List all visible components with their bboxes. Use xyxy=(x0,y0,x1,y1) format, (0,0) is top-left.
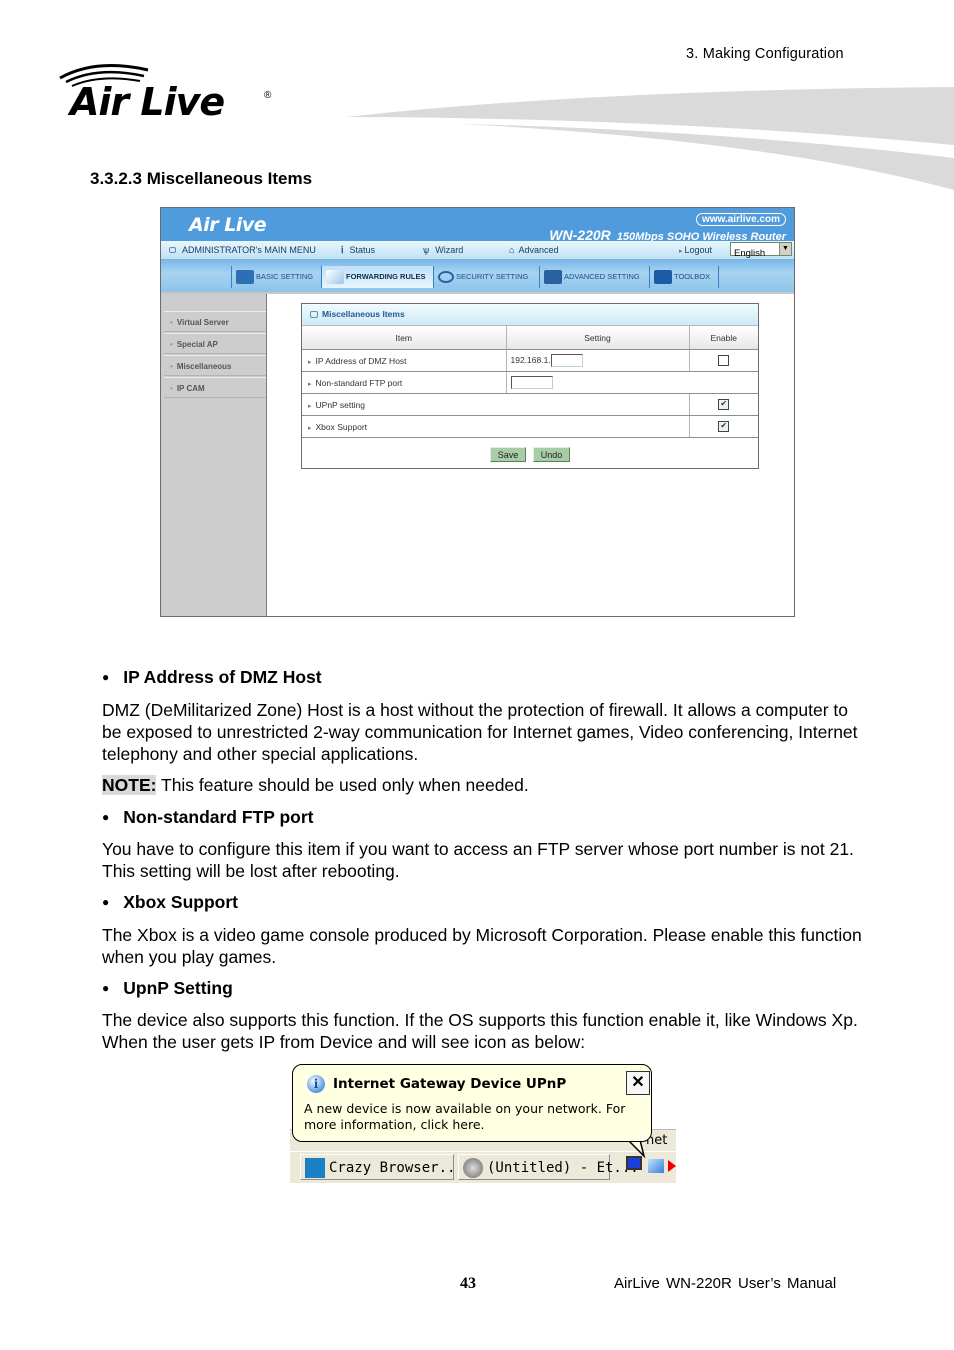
upnp-enable-checkbox[interactable]: ✔ xyxy=(718,399,730,411)
tab-advanced-setting[interactable]: ADVANCED SETTING xyxy=(539,266,649,288)
section-title: 3.3.2.3 Miscellaneous Items xyxy=(90,169,313,188)
star-icon xyxy=(305,1158,325,1178)
row-label-dmz-host: IP Address of DMZ Host xyxy=(302,349,507,372)
sidebar-item-special-ap[interactable]: Special AP xyxy=(164,333,266,354)
menu-advanced[interactable]: ⌂ Advanced xyxy=(509,245,558,255)
forwarding-icon xyxy=(326,270,344,285)
tab-toolbox[interactable]: TOOLBOX xyxy=(649,266,719,288)
table-header-row: Item Setting Enable xyxy=(302,326,758,350)
ftp-port-input[interactable] xyxy=(510,376,553,389)
menu-wizard[interactable]: ѱ Wizard xyxy=(423,245,463,255)
note-label: NOTE: xyxy=(102,775,157,795)
paragraph-ftp-port: You have to configure this item if you w… xyxy=(102,839,854,881)
airlive-logo: Air Live ® xyxy=(56,60,281,128)
undo-button[interactable]: Undo xyxy=(532,447,571,462)
upnp-notification-screenshot: net Crazy Browser... (Untitled) - Et... … xyxy=(290,1062,676,1183)
misc-items-table: Item Setting Enable IP Address of DMZ Ho… xyxy=(302,326,758,438)
row-label-ftp-port: Non-standard FTP port xyxy=(302,371,507,394)
advanced-icon: ⌂ xyxy=(509,245,515,255)
manual-title: AirLive WN-220R User’s Manual xyxy=(614,1275,837,1292)
decorative-swoosh xyxy=(346,87,954,190)
dmz-enable-cell xyxy=(689,349,758,372)
xbox-enable-cell: ✔ xyxy=(689,415,758,438)
paragraph-dmz-host: DMZ (DeMilitarized Zone) Host is a host … xyxy=(102,700,858,764)
sidebar-item-miscellaneous[interactable]: Miscellaneous xyxy=(164,355,266,376)
upnp-enable-cell: ✔ xyxy=(689,393,758,416)
note-paragraph: NOTE: This feature should be used only w… xyxy=(102,774,872,796)
paragraph-xbox-support: The Xbox is a video game console produce… xyxy=(102,925,862,967)
red-arrow-icon xyxy=(668,1160,676,1172)
advanced-setting-icon xyxy=(544,270,562,285)
heading-dmz-host: IP Address of DMZ Host xyxy=(102,667,321,688)
note-text: This feature should be used only when ne… xyxy=(156,775,529,795)
balloon-title: Internet Gateway Device UPnP xyxy=(333,1076,567,1092)
app-icon xyxy=(463,1158,483,1178)
column-header-item: Item xyxy=(302,326,507,350)
menu-status[interactable]: ⅰ Status xyxy=(341,245,375,256)
xbox-enable-checkbox[interactable]: ✔ xyxy=(718,421,730,433)
square-bullet-icon xyxy=(169,247,176,253)
router-banner: Air Live www.airlive.com WN-220R 150Mbps … xyxy=(161,208,794,243)
balloon-message[interactable]: A new device is now available on your ne… xyxy=(304,1101,644,1133)
close-icon[interactable]: ✕ xyxy=(626,1071,650,1095)
info-icon: i xyxy=(307,1075,325,1093)
heading-xbox-support: Xbox Support xyxy=(102,892,238,913)
table-row: Xbox Support ✔ xyxy=(302,415,758,438)
registered-mark: ® xyxy=(264,90,272,101)
tab-basic-setting[interactable]: BASIC SETTING xyxy=(231,266,321,288)
heading-upnp-setting: UpnP Setting xyxy=(102,978,233,999)
dmz-setting-cell: 192.168.1. xyxy=(506,349,690,372)
router-url-link[interactable]: www.airlive.com xyxy=(696,213,786,226)
row-label-xbox: Xbox Support xyxy=(302,415,690,438)
router-logo: Air Live xyxy=(189,214,267,236)
security-icon xyxy=(438,271,454,284)
main-menu-bar: ADMINISTRATOR's MAIN MENU ⅰ Status ѱ Wizar… xyxy=(161,241,794,260)
button-row: Save Undo xyxy=(302,438,758,463)
table-row: Non-standard FTP port xyxy=(302,371,758,394)
notification-balloon[interactable]: i Internet Gateway Device UPnP ✕ A new d… xyxy=(292,1064,652,1142)
sidebar-item-ip-cam[interactable]: IP CAM xyxy=(164,377,266,398)
heading-ftp-port: Non-standard FTP port xyxy=(102,807,313,828)
sidebar: Virtual Server Special AP Miscellaneous … xyxy=(161,294,267,616)
language-select[interactable]: English ▼ xyxy=(730,242,792,259)
page-number: 43 xyxy=(460,1275,476,1292)
square-bullet-icon xyxy=(310,311,318,319)
ftp-setting-cell xyxy=(506,371,758,394)
dmz-host-input[interactable] xyxy=(550,354,583,367)
panel-title: Miscellaneous Items xyxy=(302,304,758,326)
column-header-setting: Setting xyxy=(506,326,690,350)
column-header-enable: Enable xyxy=(689,326,758,350)
table-row: UPnP setting ✔ xyxy=(302,393,758,416)
status-icon: ⅰ xyxy=(341,245,344,255)
wizard-icon: ѱ xyxy=(423,245,430,255)
task-untitled[interactable]: (Untitled) - Et... xyxy=(458,1154,639,1180)
dmz-ip-prefix: 192.168.1. xyxy=(510,354,551,365)
tab-security-setting[interactable]: SECURITY SETTING xyxy=(433,266,539,288)
misc-items-panel: Miscellaneous Items Item Setting Enable … xyxy=(301,303,759,469)
router-ui-screenshot: Air Live www.airlive.com WN-220R 150Mbps … xyxy=(160,207,795,617)
tab-forwarding-rules[interactable]: FORWARDING RULES xyxy=(321,266,433,288)
paragraph-upnp-setting: The device also supports this function. … xyxy=(102,1010,858,1052)
logo-text: Air Live xyxy=(70,80,225,124)
tab-bar: BASIC SETTING FORWARDING RULES SECURITY … xyxy=(161,260,794,294)
dmz-enable-checkbox[interactable] xyxy=(718,355,730,367)
task-crazy-browser[interactable]: Crazy Browser... xyxy=(300,1154,464,1180)
menu-main[interactable]: ADMINISTRATOR's MAIN MENU xyxy=(169,245,316,255)
table-row: IP Address of DMZ Host 192.168.1. xyxy=(302,349,758,372)
toolbox-icon xyxy=(654,270,672,285)
save-button[interactable]: Save xyxy=(489,447,527,462)
chevron-down-icon: ▼ xyxy=(779,243,791,255)
sidebar-item-virtual-server[interactable]: Virtual Server xyxy=(164,311,266,332)
folder-icon xyxy=(236,270,254,285)
menu-logout[interactable]: ▸ Logout xyxy=(679,245,712,255)
arrow-right-icon: ▸ xyxy=(679,248,683,255)
row-label-upnp: UPnP setting xyxy=(302,393,690,416)
